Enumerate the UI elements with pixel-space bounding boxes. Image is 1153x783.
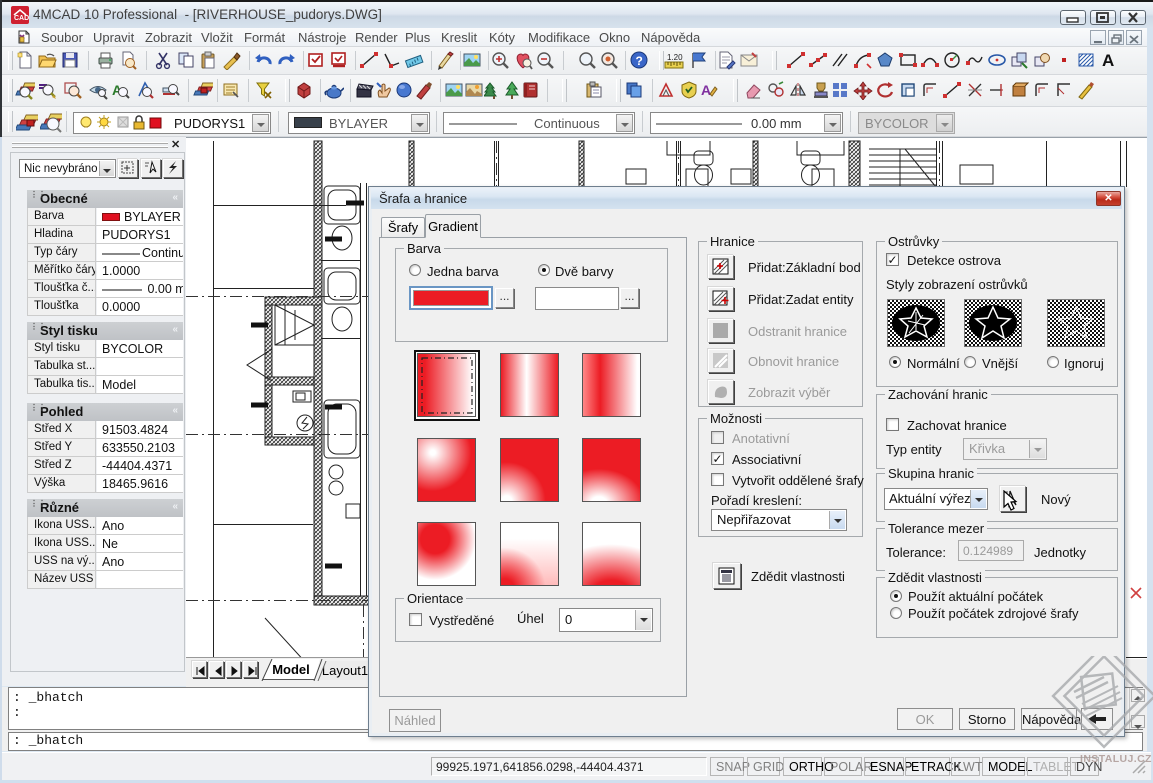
svg-text:CAD: CAD (14, 15, 29, 22)
svg-text:1.20: 1.20 (667, 53, 683, 62)
svg-text:A: A (701, 82, 711, 98)
svg-text:?: ? (636, 54, 643, 68)
svg-text:INSTALUJ.CZ: INSTALUJ.CZ (1080, 753, 1152, 765)
svg-text:A: A (1102, 51, 1114, 70)
